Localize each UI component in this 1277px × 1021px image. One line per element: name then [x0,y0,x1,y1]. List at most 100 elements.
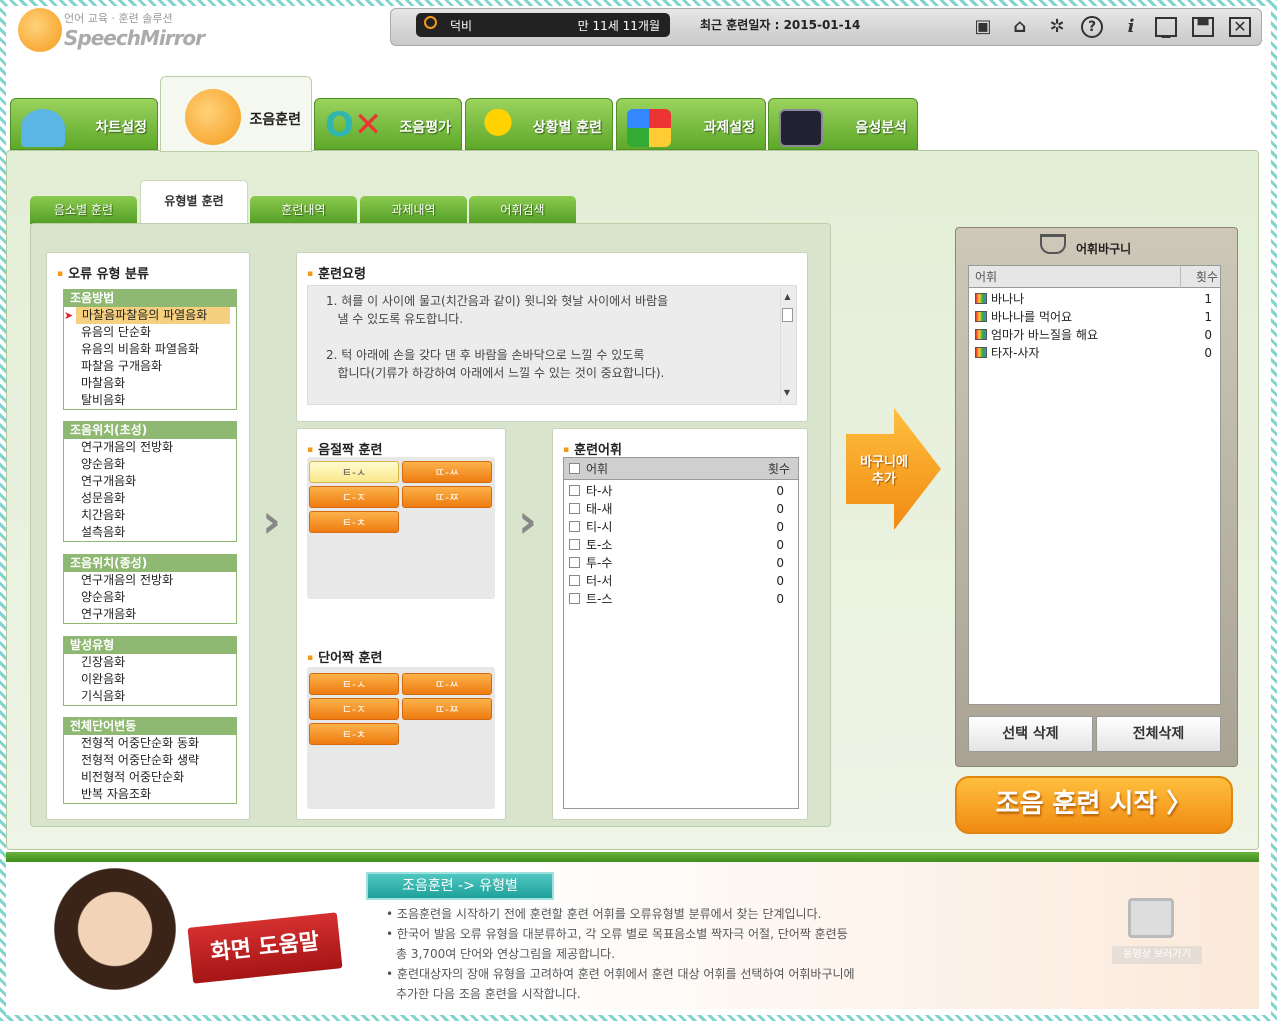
checkbox[interactable] [569,557,580,568]
tab-task-settings[interactable]: 과제설정 [616,98,766,150]
list-item[interactable]: 바나나를 먹어요 1 [969,308,1220,326]
error-type-panel: 오류 유형 분류 조음방법 마찰음파찰음의 파열음화 유음의 단순화 유음의 비… [46,252,250,820]
error-item[interactable]: 기식음화 [64,688,236,705]
error-item[interactable]: 파찰음 구개음화 [64,358,236,375]
count: 0 [776,538,784,552]
error-item[interactable]: 양순음화 [64,456,236,473]
error-item[interactable]: 마찰음파찰음의 파열음화 [64,307,230,324]
error-item[interactable]: 긴장음화 [64,654,236,671]
syllable-pair-button[interactable]: ㄸ-ㅉ [402,486,492,508]
tab-label: 상황별 훈련 [532,120,602,136]
delete-selected-button[interactable]: 선택 삭제 [968,716,1093,752]
basket-title: 어휘바구니 [1076,242,1132,256]
error-item[interactable]: 연구개음화 [64,473,236,490]
list-item[interactable]: 토-소 0 [564,536,798,554]
scroll-up-icon[interactable]: ▲ [781,288,794,306]
error-item[interactable]: 연구개음의 전방화 [64,572,236,589]
video-link[interactable]: 동영상 보러가기 [1112,946,1202,964]
list-item[interactable]: 태-새 0 [564,500,798,518]
error-item[interactable]: 설측음화 [64,524,236,541]
error-item[interactable]: 연구개음의 전방화 [64,439,236,456]
tab-chart-settings[interactable]: 차트설정 [10,98,158,150]
list-item[interactable]: 티-시 0 [564,518,798,536]
list-item[interactable]: 터-서 0 [564,572,798,590]
error-item[interactable]: 마찰음화 [64,375,236,392]
error-item[interactable]: 연구개음화 [64,606,236,623]
restore-icon[interactable]: ▀ [1192,17,1214,37]
checkbox[interactable] [569,575,580,586]
search-icon [424,16,437,29]
list-item[interactable]: 타자-사자 0 [969,344,1220,362]
error-item[interactable]: 성문음화 [64,490,236,507]
checkbox[interactable] [569,539,580,550]
error-item[interactable]: 치간음화 [64,507,236,524]
tab-voice-analysis[interactable]: 음성분석 [768,98,918,150]
checkbox[interactable] [569,593,580,604]
subtab-task-history[interactable]: 과제내역 [360,196,467,224]
error-item[interactable]: 유음의 단순화 [64,324,236,341]
training-guide-panel: 훈련요령 1. 혀를 이 사이에 물고(치간음과 같이) 윗니와 혓날 사이에서… [296,252,808,422]
scroll-down-icon[interactable]: ▼ [781,384,793,402]
syllable-pair-button[interactable]: ㄷ-ㅈ [309,486,399,508]
error-item[interactable]: 탈비음화 [64,392,236,409]
error-item[interactable]: 전형적 어중단순화 동화 [64,735,236,752]
subtab-word-search[interactable]: 어휘검색 [469,196,576,224]
info-icon[interactable]: i [1118,14,1144,40]
tv-icon[interactable] [1128,898,1174,938]
picture-icon [975,329,987,340]
list-item[interactable]: 투-수 0 [564,554,798,572]
syllable-pair-button[interactable]: ㄸ-ㅆ [402,461,492,483]
word-pair-button[interactable]: ㅌ-ㅊ [309,723,399,745]
subtab-type-training[interactable]: 유형별 훈련 [140,180,248,224]
error-item[interactable]: 양순음화 [64,589,236,606]
select-all-checkbox[interactable] [569,463,580,474]
minimize-icon[interactable]: _ [1155,17,1177,39]
syllable-pair-button[interactable]: ㅌ-ㅊ [309,511,399,533]
help-line: • 한국어 발음 오류 유형을 대분류하고, 각 오류 별로 목표음소별 짝자극… [386,927,848,941]
last-training-date: 최근 훈련일자 : 2015-01-14 [700,18,861,32]
tab-label: 음성분석 [855,120,907,136]
checkbox[interactable] [569,503,580,514]
syllable-pair-button[interactable]: ㅌ-ㅅ [309,461,399,483]
subtab-training-history[interactable]: 훈련내역 [250,196,357,224]
tab-articulation-training[interactable]: 조음훈련 [160,76,312,152]
add-to-basket-button[interactable]: 바구니에 추가 [846,408,941,530]
subtab-phoneme-training[interactable]: 음소별 훈련 [30,196,137,224]
error-item[interactable]: 전형적 어중단순화 생략 [64,752,236,769]
count: 0 [776,592,784,606]
word-pair-button[interactable]: ㄸ-ㅆ [402,673,492,695]
word-pair-button[interactable]: ㅌ-ㅅ [309,673,399,695]
scrollbar[interactable]: ▲ ▼ [780,288,794,402]
training-words-list: 어휘 횟수 타-사 0 태-새 0 티-시 0 토-소 0 투-수 0 터-서 0 트-스 0 [563,457,799,809]
list-item[interactable]: 엄마가 바느질을 해요 0 [969,326,1220,344]
list-item[interactable]: 타-사 0 [564,482,798,500]
tab-situational-training[interactable]: 상황별 훈련 [465,98,613,150]
word-pair-button[interactable]: ㄸ-ㅉ [402,698,492,720]
list-item[interactable]: 바나나 1 [969,290,1220,308]
syllable-pair-title: 음절짝 훈련 [307,439,382,458]
delete-all-button[interactable]: 전체삭제 [1096,716,1221,752]
help-icon[interactable]: ? [1081,16,1103,38]
close-icon[interactable]: ✕ [1229,17,1251,37]
error-type-title: 오류 유형 분류 [57,263,149,282]
error-item[interactable]: 유음의 비음화 파열음화 [64,341,236,358]
help-text: • 조음훈련을 시작하기 전에 훈련할 훈련 어휘를 오류유형별 분류에서 찾는… [386,904,946,1004]
word-pair-button[interactable]: ㄷ-ㅈ [309,698,399,720]
error-item[interactable]: 반복 자음조화 [64,786,236,803]
start-training-button[interactable]: 조음 훈련 시작 〉 [955,776,1233,834]
scroll-thumb[interactable] [782,308,793,322]
checkbox[interactable] [569,521,580,532]
guide-line: 1. 혀를 이 사이에 물고(치간음과 같이) 윗니와 혓날 사이에서 바람을 [326,294,669,308]
checkbox[interactable] [569,485,580,496]
basket-icon [1040,234,1066,254]
error-item[interactable]: 비전형적 어중단순화 [64,769,236,786]
tab-articulation-assessment[interactable]: O✕ 조음평가 [314,98,462,150]
list-item[interactable]: 트-스 0 [564,590,798,608]
person-desk-icon[interactable]: ▣ [970,14,996,40]
training-guide-text[interactable]: 1. 혀를 이 사이에 물고(치간음과 같이) 윗니와 혓날 사이에서 바람을 … [307,285,797,405]
count: 0 [776,484,784,498]
user-box[interactable]: 덕비 만 11세 11개월 [416,13,670,37]
error-item[interactable]: 이완음화 [64,671,236,688]
home-icon[interactable]: ⌂ [1007,14,1033,40]
gear-icon[interactable]: ✲ [1044,14,1070,40]
